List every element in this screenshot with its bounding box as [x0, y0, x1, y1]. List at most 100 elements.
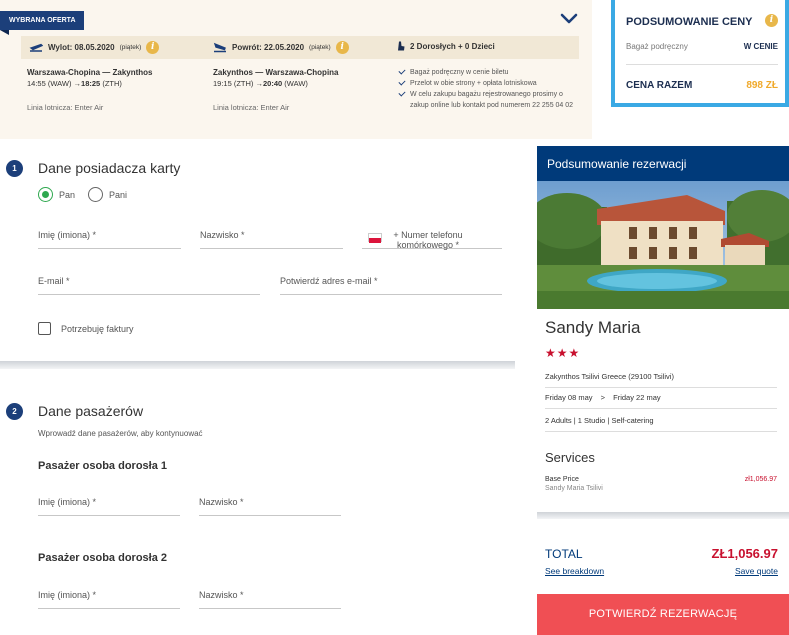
phone-label-line1: + Numer telefonu: [393, 230, 463, 240]
selected-offer-panel: WYBRANA OFERTA Wylot: 08.05.2020 (piątek…: [0, 0, 592, 139]
phone-field[interactable]: + Numer telefonu komórkowego *: [362, 225, 502, 250]
passenger-2-title: Pasażer osoba dorosła 2: [38, 552, 167, 564]
hotel-photo: [537, 181, 789, 309]
inbound-flight: Zakynthos — Warszawa-Chopina 19:15 (ZTH)…: [213, 67, 339, 89]
passengers-section: 2 Dane pasażerów Wprowadź dane pasażerów…: [0, 390, 515, 635]
inbound-route: Zakynthos — Warszawa-Chopina: [213, 68, 339, 77]
step-number: 1: [6, 160, 23, 177]
inbound-times: 19:15 (ZTH) →20:40 (WAW): [213, 78, 339, 89]
last-name-field[interactable]: Nazwisko *: [200, 225, 343, 249]
inbound-arrival-time: 20:40: [263, 79, 283, 88]
hotel-address: Zakynthos Tsilivi Greece (29100 Tsilivi): [545, 372, 777, 388]
radio-unselected-icon[interactable]: [88, 187, 103, 202]
travellers: 2 Dorosłych + 0 Dzieci: [397, 41, 495, 51]
chevron-right-icon: >: [600, 393, 606, 402]
outbound-carrier: Linia lotnicza: Enter Air: [27, 103, 104, 112]
outbound-route: Warszawa-Chopina — Zakynthos: [27, 68, 153, 77]
check-item: W celu zakupu bagażu rejestrowanego pros…: [398, 89, 578, 111]
offer-summary-bar: Wylot: 08.05.2020 (piątek) i Powrót: 22.…: [21, 36, 579, 59]
date-from: Friday 08 may: [545, 393, 593, 402]
departure-label: Wylot: 08.05.2020: [48, 43, 115, 52]
section-shadow: [0, 361, 515, 369]
info-icon[interactable]: i: [335, 41, 349, 54]
passenger-1-first-name-field[interactable]: Imię (imiona) *: [38, 492, 180, 516]
email-confirm-label: Potwierdź adres e-mail *: [280, 276, 378, 286]
departure-date: Wylot: 08.05.2020 (piątek) i: [29, 41, 160, 54]
hotel-name: Sandy Maria: [545, 318, 641, 337]
info-icon[interactable]: i: [765, 14, 778, 27]
last-name-label: Nazwisko *: [200, 230, 245, 240]
radio-selected-icon[interactable]: [38, 187, 53, 202]
selected-offer-badge: WYBRANA OFERTA: [0, 11, 84, 30]
total-value: ZŁ1,056.97: [711, 546, 779, 561]
check-item: Przelot w obie strony + opłata lotniskow…: [398, 78, 578, 89]
passenger-2-last-name-field[interactable]: Nazwisko *: [199, 585, 341, 609]
phone-label-line2: komórkowego *: [396, 240, 460, 250]
outbound-flight: Warszawa-Chopina — Zakynthos 14:55 (WAW)…: [27, 67, 153, 89]
radio-mrs-label: Pani: [109, 189, 128, 200]
radio-mr[interactable]: Pan: [38, 187, 75, 202]
reservation-summary-card: Podsumowanie rezerwacji Sandy Maria ★★★ …: [537, 146, 789, 516]
step-number: 2: [6, 403, 23, 420]
passenger-1-last-name-field[interactable]: Nazwisko *: [199, 492, 341, 516]
phone-label: + Numer telefonu komórkowego *: [380, 230, 476, 250]
save-quote-link[interactable]: Save quote: [735, 566, 778, 576]
baggage-value: W CENIE: [743, 42, 778, 51]
checkbox-icon[interactable]: [38, 322, 51, 335]
booking-page: WYBRANA OFERTA Wylot: 08.05.2020 (piątek…: [0, 0, 789, 635]
total-price-value: 898 ZŁ: [746, 80, 778, 91]
plane-takeoff-icon: [29, 43, 43, 52]
email-field[interactable]: E-mail *: [38, 271, 260, 295]
base-price-row: Base Price Sandy Maria Tsilivi zł1,056.9…: [545, 476, 777, 492]
baggage-label: Bagaż podręczny: [626, 42, 688, 51]
last-name-label: Nazwisko *: [199, 497, 244, 507]
confirm-reservation-button[interactable]: POTWIERDŹ REZERWACJĘ: [537, 594, 789, 635]
first-name-field[interactable]: Imię (imiona) *: [38, 225, 181, 249]
price-summary-box: PODSUMOWANIE CENY i Bagaż podręczny W CE…: [611, 0, 789, 107]
base-price-sub: Sandy Maria Tsilivi: [545, 485, 603, 492]
offer-included-list: Bagaż podręczny w cenie biletu Przelot w…: [398, 67, 578, 111]
departure-day: (piątek): [119, 44, 142, 51]
inbound-time-suffix: (WAW): [284, 79, 308, 88]
total-price-row: CENA RAZEM 898 ZŁ: [626, 80, 778, 91]
chevron-down-icon[interactable]: [560, 12, 578, 26]
check-item: Bagaż podręczny w cenie biletu: [398, 67, 578, 78]
passenger-2-first-name-field[interactable]: Imię (imiona) *: [38, 585, 180, 609]
plane-landing-icon: [213, 42, 226, 53]
seat-icon: [398, 41, 405, 51]
return-label: Powrót: 22.05.2020: [232, 43, 305, 52]
first-name-label: Imię (imiona) *: [38, 230, 97, 240]
total-row: TOTAL ZŁ1,056.97: [545, 546, 778, 561]
outbound-time-prefix: 14:55 (WAW) →: [27, 79, 82, 88]
room-details: 2 Adults | 1 Studio | Self-catering: [545, 416, 777, 432]
cardholder-section: 1 Dane posiadacza karty Pan Pani Imię (i…: [0, 146, 515, 361]
radio-mrs[interactable]: Pani: [88, 187, 127, 202]
return-day: (piątek): [309, 44, 331, 51]
passenger-1-title: Pasażer osoba dorosła 1: [38, 460, 167, 472]
reservation-summary-title: Podsumowanie rezerwacji: [537, 146, 789, 181]
badge-fold: [0, 30, 9, 35]
outbound-arrival-time: 18:25: [81, 79, 101, 88]
stay-dates: Friday 08 may > Friday 22 may: [545, 393, 777, 409]
price-summary-title: PODSUMOWANIE CENY: [626, 16, 753, 28]
divider: [626, 64, 778, 65]
radio-mr-label: Pan: [59, 189, 76, 200]
total-label: TOTAL: [545, 547, 583, 561]
invoice-label: Potrzebuję faktury: [61, 323, 134, 334]
travellers-label: 2 Dorosłych + 0 Dzieci: [410, 41, 495, 51]
passengers-hint: Wprowadź dane pasażerów, aby kontynuować: [38, 429, 203, 438]
return-date: Powrót: 22.05.2020 (piątek) i: [213, 41, 349, 54]
total-links: See breakdown Save quote: [545, 566, 778, 576]
email-confirm-field[interactable]: Potwierdź adres e-mail *: [280, 271, 502, 295]
invoice-checkbox[interactable]: Potrzebuję faktury: [38, 322, 134, 335]
base-price-value: zł1,056.97: [744, 476, 777, 483]
info-icon[interactable]: i: [146, 41, 160, 54]
services-title: Services: [545, 450, 595, 465]
inbound-carrier: Linia lotnicza: Enter Air: [213, 103, 290, 112]
first-name-label: Imię (imiona) *: [38, 497, 97, 507]
section-shadow: [537, 512, 789, 519]
total-price-label: CENA RAZEM: [626, 80, 693, 91]
see-breakdown-link[interactable]: See breakdown: [545, 566, 604, 576]
inbound-time-prefix: 19:15 (ZTH) →: [213, 79, 264, 88]
base-price-label: Base Price: [545, 476, 579, 483]
